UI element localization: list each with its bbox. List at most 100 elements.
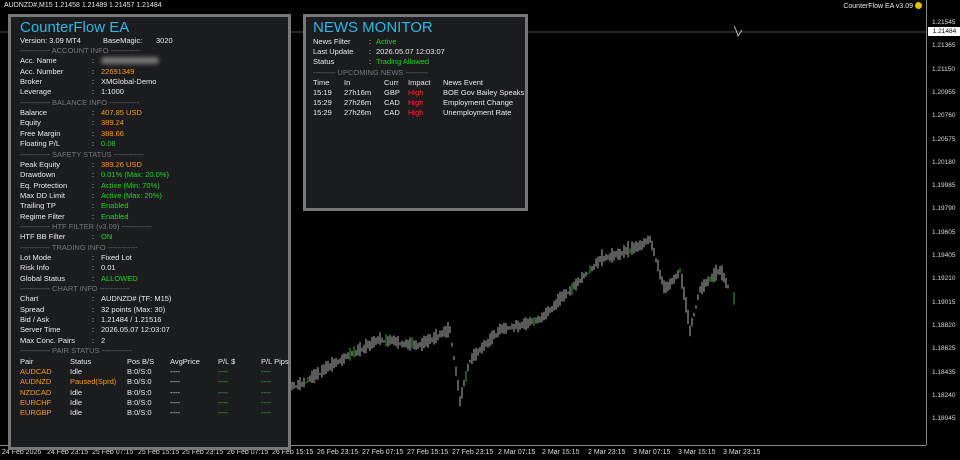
colon-separator: : (92, 335, 95, 345)
pair-col-header: AvgPrice (170, 356, 200, 366)
news-currency: GBP (384, 88, 400, 97)
news-info-label: Last Update (313, 47, 354, 57)
price-tick-label: 1.18435 (932, 368, 956, 376)
news-time: 15:29 (313, 108, 332, 118)
news-event: BOE Gov Bailey Speaks (443, 88, 525, 97)
price-tick-label: 1.19605 (932, 228, 956, 236)
account-value: 22691349 (101, 66, 135, 76)
colon-separator: : (92, 118, 95, 128)
pair-pl-usd: ---- (218, 377, 228, 387)
price-tick-label: 1.18625 (932, 345, 956, 353)
news-time: 15:19 (313, 88, 332, 97)
pair-name: AUDNZD (20, 377, 52, 387)
version-label: Version: 3.09 MT4 (20, 36, 81, 45)
safety-value: Active (Max: 20%) (101, 190, 162, 200)
time-tick-label: 27 Feb 15:15 (407, 449, 449, 456)
news-col-header: In (344, 77, 351, 87)
colon-separator: : (369, 57, 372, 67)
news-info-label: News Filter (313, 37, 351, 46)
time-tick-label: 3 Mar 23:15 (723, 449, 761, 456)
news-impact: High (408, 108, 424, 118)
price-tick-label: 1.20955 (932, 88, 956, 96)
news-countdown: 27h26m (344, 98, 372, 108)
price-tick-label: 1.21365 (932, 42, 956, 50)
safety-value: Enabled (101, 211, 129, 221)
pair-avgprice: ---- (170, 387, 180, 397)
pair-avgprice: ---- (170, 377, 180, 387)
colon-separator: : (92, 304, 95, 314)
colon-separator: : (92, 263, 95, 273)
price-tick-label: 1.21150 (932, 65, 956, 73)
pair-positions: B:0/S:0 (127, 387, 152, 397)
balance-value: 388.66 (101, 128, 124, 138)
trading-label: Global Status (20, 273, 66, 283)
colon-separator: : (369, 47, 372, 57)
account-label: Broker (20, 77, 43, 87)
news-col-header: News Event (443, 77, 484, 87)
pair-status: Idle (70, 366, 83, 376)
brand-text: CounterFlow EA v3.09 (843, 3, 913, 10)
price-tick-label: 1.20760 (932, 112, 956, 120)
balance-value: 407.85 USD (101, 108, 142, 118)
time-tick-label: 24 Feb 23:15 (47, 449, 89, 456)
pair-status: Idle (70, 387, 83, 397)
section-header-chart: ------------ CHART INFO ------------ (20, 284, 130, 294)
time-tick-label: 26 Feb 07:15 (227, 449, 269, 456)
time-tick-label: 25 Feb 23:15 (182, 449, 224, 456)
account-label: Leverage (20, 87, 52, 97)
chart-value: 32 points (Max: 30) (101, 304, 166, 314)
symbol-quote-line: AUDNZD#,M15 1.21458 1.21489 1.21457 1.21… (4, 2, 162, 9)
news-currency: CAD (384, 108, 400, 118)
time-tick-label: 25 Feb 15:15 (138, 449, 180, 456)
balance-value: 389.24 (101, 118, 124, 128)
trading-value: Fixed Lot (101, 253, 132, 262)
pair-avgprice: ---- (170, 408, 180, 418)
section-header-safety: ------------ SAFETY STATUS ------------ (20, 149, 144, 159)
chart-label: Server Time (20, 325, 61, 335)
news-panel-title: NEWS MONITOR (313, 19, 433, 36)
pair-pl-usd: ---- (218, 397, 228, 407)
trading-label: Risk Info (20, 263, 50, 273)
time-tick-label: 2 Mar 15:15 (542, 449, 580, 456)
news-col-header: Curr (384, 77, 399, 87)
colon-separator: : (369, 37, 372, 46)
colon-separator: : (92, 294, 95, 304)
colon-separator: : (92, 315, 95, 325)
time-tick-label: 26 Feb 23:15 (317, 449, 359, 456)
pair-pl-pips: ---- (261, 408, 271, 418)
ea-brand-label: CounterFlow EA v3.09 (843, 2, 922, 10)
pair-col-header: Pair (20, 356, 34, 366)
pair-pl-usd: ---- (218, 366, 228, 376)
pair-status: Idle (70, 397, 83, 407)
time-tick-label: 3 Mar 15:15 (678, 449, 716, 456)
trading-label: Lot Mode (20, 253, 52, 262)
chart-value: AUDNZD# (TF: M15) (101, 294, 172, 304)
price-tick-label: 1.19985 (932, 182, 956, 190)
price-tick-label: 1.20180 (932, 158, 956, 166)
account-value: XMGlobal-Demo (101, 77, 157, 87)
colon-separator: : (92, 56, 95, 66)
news-event: Unemployment Rate (443, 108, 512, 118)
trading-value: 0.01 (101, 263, 116, 273)
safety-label: Max DD Limit (20, 190, 66, 200)
colon-separator: : (92, 77, 95, 87)
news-countdown: 27h26m (344, 108, 372, 118)
pair-pl-pips: ---- (261, 397, 271, 407)
price-tick-label: 1.19790 (932, 205, 956, 213)
pair-col-header: Pos B/S (127, 356, 155, 366)
news-info-value: 2026.05.07 12:03:07 (376, 47, 445, 57)
news-impact: High (408, 98, 424, 108)
colon-separator: : (92, 232, 95, 242)
safety-label: Regime Filter (20, 211, 65, 221)
balance-value: 0.08 (101, 139, 116, 149)
news-info-value: Trading Allowed (376, 57, 430, 67)
news-info-label: Status (313, 57, 335, 67)
chart-label: Chart (20, 294, 39, 304)
colon-separator: : (92, 170, 95, 180)
balance-label: Free Margin (20, 128, 61, 138)
price-tick-label: 1.18240 (932, 391, 956, 399)
pair-avgprice: ---- (170, 366, 180, 376)
news-event: Employment Change (443, 98, 514, 108)
trading-value: ALLOWED (101, 273, 138, 283)
pair-col-header: P/L Pips (261, 356, 289, 366)
